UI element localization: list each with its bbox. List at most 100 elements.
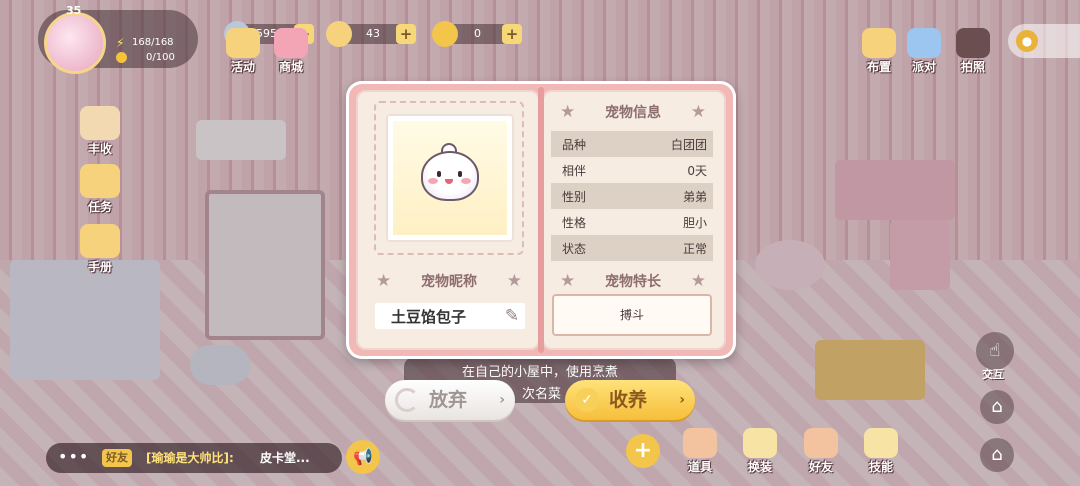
pet-eye-left — [437, 171, 441, 177]
hand-icon[interactable]: ☝ — [976, 332, 1014, 370]
items-label: 道具 — [687, 460, 712, 474]
info-key: 性别 — [562, 190, 587, 204]
home-icon[interactable]: ⌂ — [980, 390, 1014, 424]
cat-coin-icon — [326, 21, 352, 47]
expand-menu-button[interactable]: + — [626, 434, 660, 468]
nickname-title: 宠物昵称 — [421, 274, 477, 290]
check-icon: ✓ — [575, 388, 599, 412]
diamond-value: 0 — [474, 27, 481, 40]
diamond-counter: 0 + — [432, 21, 522, 47]
nickname-value: 土豆馅包子 — [391, 308, 467, 326]
star-icon: ★ — [560, 102, 576, 122]
adopt-button[interactable]: ✓ 收养 › — [565, 380, 695, 420]
events-button[interactable]: 活动 — [220, 28, 266, 75]
pet-sprite — [421, 151, 479, 201]
hint-line-2: 次名菜 — [522, 387, 562, 402]
map-icon[interactable]: ⌂ — [980, 438, 1014, 472]
info-title: 宠物信息 — [605, 105, 661, 121]
energy-value: 168/168 — [132, 37, 174, 48]
info-key: 相伴 — [562, 164, 587, 178]
harvest-button[interactable]: 丰收 — [72, 106, 128, 157]
energy-icon: ⚡ — [116, 36, 125, 50]
camera-button[interactable]: 拍照 — [950, 28, 996, 75]
dressup-button[interactable]: 换装 — [735, 428, 785, 475]
items-icon — [683, 428, 717, 458]
pet-info-table: 品种 白团团 相伴 0天 性别 弟弟 性格 胆小 状态 正常 — [551, 131, 713, 261]
tasks-button[interactable]: 任务 — [72, 164, 128, 215]
shop-button[interactable]: 商城 — [268, 28, 314, 75]
info-key: 品种 — [562, 138, 587, 152]
paint-roller-icon — [862, 28, 896, 58]
balloon-icon — [907, 28, 941, 58]
star-icon: ★ — [690, 102, 706, 122]
cat-coin-value: 43 — [366, 27, 380, 40]
info-value: 0天 — [687, 164, 707, 178]
pet-adoption-dialog: ★ 宠物昵称 ★ 土豆馅包子 ✎ ★ 宠物信息 ★ 品种 白团团 相伴 0天 性… — [346, 81, 736, 359]
megaphone-icon[interactable]: 📢 — [346, 440, 380, 474]
chat-message: 皮卡堂... — [260, 451, 310, 465]
skills-button[interactable]: 技能 — [856, 428, 906, 475]
events-label: 活动 — [230, 60, 255, 74]
nickname-field[interactable]: 土豆馅包子 ✎ — [375, 303, 525, 329]
chevron-right-icon: › — [499, 392, 505, 408]
friends-label: 好友 — [808, 460, 833, 474]
more-icon[interactable]: ••• — [58, 447, 89, 466]
info-value: 弟弟 — [682, 190, 707, 204]
friends-icon — [804, 428, 838, 458]
info-row-gender: 性别 弟弟 — [551, 183, 713, 209]
handbook-label: 手册 — [87, 260, 112, 274]
party-button[interactable]: 派对 — [901, 28, 947, 75]
interact-label: 交互 — [982, 368, 1004, 381]
chat-channel-tag: 好友 — [102, 449, 132, 467]
trait-title-row: ★ 宠物特长 ★ — [558, 271, 708, 291]
layout-button[interactable]: 布置 — [856, 28, 902, 75]
info-key: 状态 — [562, 242, 587, 256]
add-diamond-button[interactable]: + — [502, 24, 522, 44]
dressup-label: 换装 — [747, 460, 772, 474]
star-icon: ★ — [376, 271, 392, 291]
trait-title: 宠物特长 — [605, 274, 661, 290]
camera-icon — [956, 28, 990, 58]
chevron-right-icon: › — [679, 392, 685, 408]
pet-photo-frame — [374, 101, 524, 255]
chat-sender: [瑜瑜是大帅比]: — [146, 451, 234, 465]
handbook-button[interactable]: 手册 — [72, 224, 128, 275]
nickname-title-row: ★ 宠物昵称 ★ — [374, 271, 524, 291]
trait-value: 搏斗 — [552, 294, 712, 336]
book-spine — [538, 87, 544, 353]
pet-cheek-left — [428, 178, 438, 184]
pet-cheek-right — [461, 178, 471, 184]
player-avatar[interactable] — [44, 12, 106, 74]
items-button[interactable]: 道具 — [675, 428, 725, 475]
pet-mouth — [445, 179, 453, 184]
harvest-icon — [80, 106, 120, 140]
handbook-icon — [80, 224, 120, 258]
pet-eye-right — [458, 171, 462, 177]
add-cat-coin-button[interactable]: + — [396, 24, 416, 44]
abandon-button[interactable]: ↻ 放弃 › — [385, 380, 515, 420]
star-icon: ★ — [560, 271, 576, 291]
dressup-icon — [743, 428, 777, 458]
info-key: 性格 — [562, 216, 587, 230]
player-level: 35 — [66, 4, 82, 17]
info-value: 白团团 — [670, 138, 707, 152]
skills-icon — [864, 428, 898, 458]
stamina-icon — [116, 52, 127, 63]
party-label: 派对 — [911, 60, 936, 74]
info-title-row: ★ 宠物信息 ★ — [558, 102, 708, 122]
info-row-personality: 性格 胆小 — [551, 209, 713, 235]
location-button[interactable]: ● — [1008, 24, 1080, 58]
friends-button[interactable]: 好友 — [796, 428, 846, 475]
skills-label: 技能 — [868, 460, 893, 474]
edit-icon[interactable]: ✎ — [502, 306, 522, 326]
adopt-label: 收养 — [609, 389, 648, 411]
info-row-companion: 相伴 0天 — [551, 157, 713, 183]
info-row-status: 状态 正常 — [551, 235, 713, 261]
layout-label: 布置 — [866, 60, 891, 74]
tasks-label: 任务 — [87, 200, 112, 214]
events-icon — [226, 28, 260, 58]
tasks-icon — [80, 164, 120, 198]
hint-line-1: 在自己的小屋中，使用烹煮 — [462, 365, 619, 380]
info-value: 胆小 — [682, 216, 707, 230]
chat-bar[interactable]: ••• 好友 [瑜瑜是大帅比]: 皮卡堂... — [46, 443, 342, 473]
